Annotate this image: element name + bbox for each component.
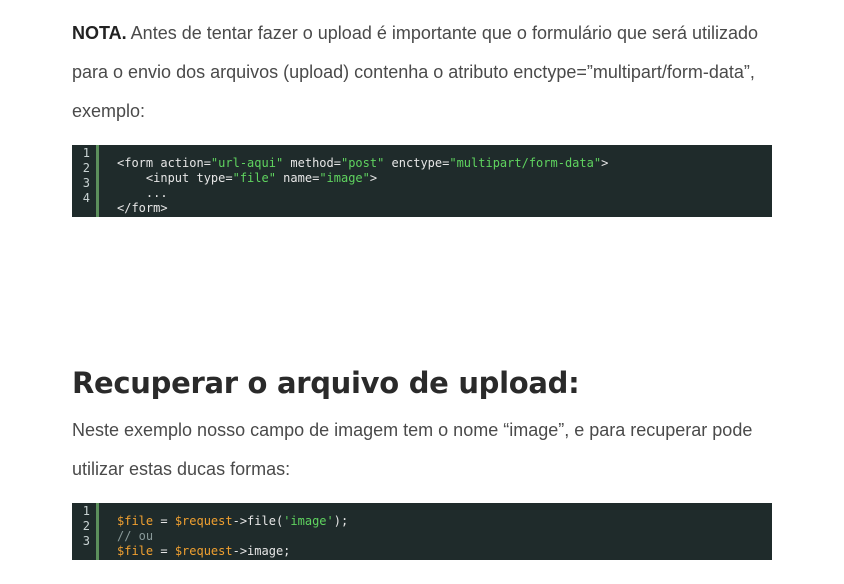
code-token: =: [153, 544, 175, 558]
code-token: $file: [117, 544, 154, 558]
code-token: "post": [340, 156, 385, 170]
code-token: =: [153, 514, 175, 528]
code-token: ...: [117, 186, 168, 200]
code-token: >: [601, 156, 609, 170]
code-token: </form>: [117, 201, 168, 215]
code-line: // ou: [117, 529, 772, 544]
code-line: </form>: [117, 201, 772, 216]
code-line: $file = $request->file('image');: [117, 514, 772, 529]
code-token: <form action=: [117, 156, 211, 170]
code-token: $request: [174, 514, 233, 528]
section-heading: Recuperar o arquivo de upload:: [72, 366, 580, 400]
code-token: >: [369, 171, 378, 185]
code-token: method=: [283, 156, 341, 170]
code-token: 'image': [283, 514, 334, 528]
code-token: "url-aqui": [210, 156, 284, 170]
code-token: ->file(: [232, 514, 284, 528]
note-label: NOTA.: [72, 23, 127, 43]
code-line: <form action="url-aqui" method="post" en…: [117, 156, 772, 171]
section-paragraph: Neste exemplo nosso campo de imagem tem …: [72, 420, 753, 479]
code-token: // ou: [117, 529, 154, 543]
note-paragraph: NOTA. Antes de tentar fazer o upload é i…: [72, 14, 772, 131]
code-lines: $file = $request->file('image');// ou $fi…: [117, 514, 772, 559]
code-token: ->image;: [232, 544, 291, 558]
line-number: 3: [82, 534, 90, 548]
code-lines: <form action="url-aqui" method="post" en…: [117, 156, 772, 216]
code-token: "file": [232, 171, 276, 185]
code-block-form: 1234 <form action="url-aqui" method="pos…: [72, 145, 772, 217]
line-number: 4: [82, 191, 90, 205]
code-token: "multipart/form-data": [449, 156, 602, 170]
code-token: );: [333, 514, 349, 528]
note-text: Antes de tentar fazer o upload é importa…: [72, 23, 759, 121]
line-number: 1: [82, 504, 90, 518]
code-block-php: 123 $file = $request->file('image');// o…: [72, 503, 772, 560]
code-token: "image": [319, 171, 370, 185]
code-token: <input type=: [117, 171, 233, 185]
line-number-gutter: 1234: [72, 145, 99, 217]
line-number: 3: [82, 176, 90, 190]
code-line: ...: [117, 186, 772, 201]
code-token: name=: [275, 171, 320, 185]
code-line: $file = $request->image;: [117, 544, 772, 559]
code-token: $request: [174, 544, 233, 558]
line-number: 2: [82, 519, 90, 533]
line-number-gutter: 123: [72, 503, 99, 560]
code-token: $file: [117, 514, 154, 528]
code-line: <input type="file" name="image">: [117, 171, 772, 186]
line-number: 2: [82, 161, 90, 175]
code-token: enctype=: [384, 156, 450, 170]
line-number: 1: [82, 146, 90, 160]
